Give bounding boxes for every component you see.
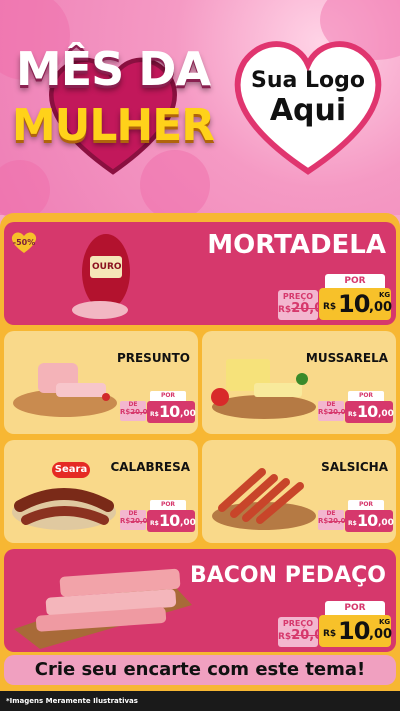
product-card-mussarela[interactable]: MUSSARELA DE R$20,00 POR R$ 10 ,00 <box>202 331 396 434</box>
product-name: BACON PEDAÇO <box>189 563 386 588</box>
product-name: PRESUNTO <box>116 351 190 365</box>
new-price-label: POR <box>325 274 385 288</box>
discount-badge: -50% <box>10 230 38 254</box>
old-price-label: PREÇO <box>282 619 314 628</box>
price-tag: DE R$20,00 POR R$ 10 ,00 <box>120 391 196 423</box>
old-price-box: DE R$20,00 <box>120 401 152 421</box>
old-price-box: DE R$20,00 <box>120 510 152 530</box>
title-line-1: MÊS DA <box>15 42 211 96</box>
new-price: R$ 10 ,00 KG <box>319 288 392 320</box>
featured-card-bacon[interactable]: BACON PEDAÇO PREÇO R$20,00 POR R$ 10 ,00… <box>4 549 396 652</box>
bacon-image <box>14 568 192 649</box>
product-card-presunto[interactable]: PRESUNTO DE R$20,00 POR R$ 10 ,00 <box>4 331 198 434</box>
product-card-salsicha[interactable]: SALSICHA DE R$20,00 POR R$ 10 ,00 <box>202 440 396 543</box>
new-price: R$ 10 ,00 <box>345 401 394 423</box>
footnote: *Imagens Meramente Ilustrativas <box>6 697 138 705</box>
title-block: MÊS DA MULHER <box>8 30 218 200</box>
new-price-label: POR <box>150 500 186 510</box>
price-tag: PREÇO R$20,00 POR R$ 10 ,00 KG <box>278 274 393 322</box>
old-price: R$20,00 <box>278 301 333 316</box>
price-tag: DE R$20,00 POR R$ 10 ,00 <box>120 500 196 532</box>
title-line-2: MULHER <box>11 100 215 151</box>
flyer: MÊS DA MULHER Sua Logo Aqui OURO MORTADE… <box>0 0 400 711</box>
new-price-label: POR <box>325 601 385 615</box>
logo-line-1: Sua Logo <box>250 68 365 93</box>
price-tag: DE R$20,00 POR R$ 10 ,00 <box>318 500 394 532</box>
new-price-label: POR <box>348 391 384 401</box>
product-name: CALABRESA <box>110 460 190 474</box>
new-price: R$ 10 ,00 KG <box>319 615 392 647</box>
product-name: SALSICHA <box>321 460 388 474</box>
product-card-calabresa[interactable]: Seara CALABRESA DE R$20,00 POR R$ 10 ,00 <box>4 440 198 543</box>
discount-label: -50% <box>12 238 36 247</box>
new-price: R$ 10 ,00 <box>147 510 196 532</box>
old-price-box: DE R$20,00 <box>318 510 350 530</box>
price-tag: PREÇO R$20,00 POR R$ 10 ,00 KG <box>278 601 393 649</box>
product-name: MUSSARELA <box>305 351 388 365</box>
old-price-box: DE R$20,00 <box>318 401 350 421</box>
new-price-label: POR <box>348 500 384 510</box>
old-price-box: PREÇO R$20,00 <box>278 290 333 320</box>
new-price: R$ 10 ,00 <box>147 401 196 423</box>
cta-banner[interactable]: Crie seu encarte com este tema! <box>4 655 396 685</box>
presunto-image <box>13 363 117 417</box>
header-banner: MÊS DA MULHER Sua Logo Aqui <box>0 0 400 220</box>
new-price: R$ 10 ,00 <box>345 510 394 532</box>
logo-placeholder[interactable]: Sua Logo Aqui <box>222 66 394 126</box>
new-price-label: POR <box>150 391 186 401</box>
price-tag: DE R$20,00 POR R$ 10 ,00 <box>318 391 394 423</box>
old-price-label: PREÇO <box>282 292 314 301</box>
product-name: MORTADELA <box>207 230 386 260</box>
old-price: R$20,00 <box>278 628 333 643</box>
mussarela-image <box>211 359 316 419</box>
mortadela-image <box>72 234 130 319</box>
salsicha-image <box>212 468 316 530</box>
brand-label: Seara <box>52 462 90 478</box>
old-price-box: PREÇO R$20,00 <box>278 617 333 647</box>
brand-label: OURO <box>92 262 122 272</box>
logo-line-2: Aqui <box>269 93 347 128</box>
featured-card-mortadela[interactable]: OURO MORTADELA PREÇO R$20,00 POR R$ 10 ,… <box>4 222 396 325</box>
